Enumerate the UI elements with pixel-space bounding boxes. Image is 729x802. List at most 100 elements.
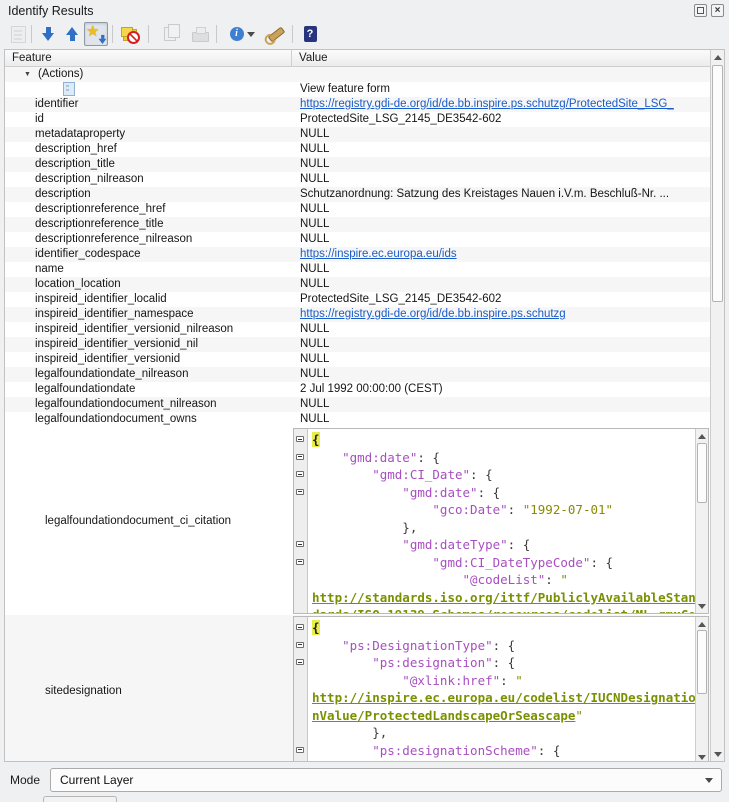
json-editor[interactable]: { "gmd:date": { "gmd:CI_Date": { "gmd:da… bbox=[293, 428, 709, 614]
code-line: "ps:designation": { bbox=[312, 654, 695, 672]
table-row[interactable]: idProtectedSite_LSG_2145_DE3542-602 bbox=[5, 112, 710, 127]
code-token: "gco:Date" bbox=[312, 502, 508, 517]
table-row[interactable]: inspireid_identifier_versionid_nilreason… bbox=[5, 322, 710, 337]
table-row[interactable]: legalfoundationdocument_nilreasonNULL bbox=[5, 397, 710, 412]
code-token: : { bbox=[493, 638, 516, 653]
scroll-up-icon[interactable] bbox=[696, 429, 708, 443]
table-row[interactable]: inspireid_identifier_namespacehttps://re… bbox=[5, 307, 710, 322]
fold-marker-icon[interactable] bbox=[296, 436, 304, 442]
table-row[interactable]: metadatapropertyNULL bbox=[5, 127, 710, 142]
chevron-down-icon[interactable] bbox=[247, 32, 255, 37]
code-token: "gmd:date" bbox=[312, 450, 417, 465]
table-row[interactable]: inspireid_identifier_localidProtectedSit… bbox=[5, 292, 710, 307]
table-row[interactable]: legalfoundationdocument_ci_citation{ "gm… bbox=[5, 427, 710, 615]
scroll-up-icon[interactable] bbox=[696, 617, 708, 631]
table-row[interactable]: description_titleNULL bbox=[5, 157, 710, 172]
help-button[interactable]: ? bbox=[298, 22, 322, 46]
code-link[interactable]: dards/ISO_19139_Schemas/resources/codeli… bbox=[312, 607, 695, 613]
code-line: "@codeList": " bbox=[312, 571, 695, 589]
identify-settings-button[interactable] bbox=[264, 22, 288, 46]
column-header-feature[interactable]: Feature bbox=[5, 50, 292, 66]
fold-marker-icon[interactable] bbox=[296, 541, 304, 547]
table-row[interactable]: inspireid_identifier_versionid_nilNULL bbox=[5, 337, 710, 352]
mode-label: Mode bbox=[10, 773, 40, 787]
action-link[interactable]: View feature form bbox=[300, 83, 390, 95]
fold-marker-icon[interactable] bbox=[296, 659, 304, 665]
fold-marker-icon[interactable] bbox=[296, 489, 304, 495]
fold-marker-icon[interactable] bbox=[296, 559, 304, 565]
feature-cell: legalfoundationdate_nilreason bbox=[5, 367, 292, 382]
code-line: http://inspire.ec.europa.eu/codelist/IUC… bbox=[312, 689, 695, 707]
form-icon[interactable] bbox=[63, 82, 75, 96]
fold-marker-icon[interactable] bbox=[296, 642, 304, 648]
fold-gutter bbox=[294, 429, 308, 613]
code-link[interactable]: http://standards.iso.org/ittf/PubliclyAv… bbox=[312, 590, 695, 605]
expand-new-results-button[interactable]: ★ bbox=[84, 22, 108, 46]
table-row[interactable]: identifier_codespacehttps://inspire.ec.e… bbox=[5, 247, 710, 262]
code-token: : bbox=[500, 760, 515, 761]
expand-new-results-icon: ★ bbox=[86, 25, 106, 43]
table-row[interactable]: legalfoundationdocument_ownsNULL bbox=[5, 412, 710, 427]
table-row[interactable]: legalfoundationdate_nilreasonNULL bbox=[5, 367, 710, 382]
table-row[interactable]: descriptionSchutzanordnung: Satzung des … bbox=[5, 187, 710, 202]
scrollbar-thumb[interactable] bbox=[712, 65, 723, 302]
table-row[interactable]: descriptionreference_titleNULL bbox=[5, 217, 710, 232]
table-row[interactable]: ▼(Actions) bbox=[5, 67, 710, 82]
scrollbar-thumb[interactable] bbox=[697, 630, 707, 694]
toolbar-separator bbox=[31, 25, 32, 43]
table-row[interactable]: identifierhttps://registry.gdi-de.org/id… bbox=[5, 97, 710, 112]
float-panel-icon[interactable] bbox=[694, 4, 707, 17]
table-row[interactable]: sitedesignation{ "ps:DesignationType": {… bbox=[5, 615, 710, 761]
value-cell: ProtectedSite_LSG_2145_DE3542-602 bbox=[292, 112, 710, 127]
expand-tree-button[interactable] bbox=[36, 22, 60, 46]
table-row[interactable]: description_nilreasonNULL bbox=[5, 172, 710, 187]
table-row[interactable]: description_hrefNULL bbox=[5, 142, 710, 157]
code-line: { bbox=[312, 431, 695, 449]
value-cell: https://registry.gdi-de.org/id/de.bb.ins… bbox=[292, 97, 710, 112]
value-cell: https://inspire.ec.europa.eu/ids bbox=[292, 247, 710, 262]
code-link[interactable]: http://inspire.ec.europa.eu/codelist/IUC… bbox=[312, 690, 695, 705]
scroll-down-icon[interactable] bbox=[696, 599, 708, 613]
clear-results-button[interactable] bbox=[117, 22, 141, 46]
json-editor[interactable]: { "ps:DesignationType": { "ps:designatio… bbox=[293, 616, 709, 761]
code-token: : { bbox=[470, 467, 493, 482]
collapse-tree-button[interactable] bbox=[60, 22, 84, 46]
table-row[interactable]: legalfoundationdate2 Jul 1992 00:00:00 (… bbox=[5, 382, 710, 397]
json-code[interactable]: { "gmd:date": { "gmd:CI_Date": { "gmd:da… bbox=[308, 429, 695, 613]
table-row[interactable]: View feature form bbox=[5, 82, 710, 97]
fold-marker-icon[interactable] bbox=[296, 624, 304, 630]
table-row[interactable]: inspireid_identifier_versionidNULL bbox=[5, 352, 710, 367]
close-icon[interactable]: × bbox=[711, 4, 724, 17]
code-token: }, bbox=[312, 520, 417, 535]
value-link[interactable]: https://inspire.ec.europa.eu/ids bbox=[300, 248, 457, 260]
table-row[interactable]: location_locationNULL bbox=[5, 277, 710, 292]
fold-marker-icon[interactable] bbox=[296, 747, 304, 753]
fold-marker-icon[interactable] bbox=[296, 454, 304, 460]
value-link[interactable]: https://registry.gdi-de.org/id/de.bb.ins… bbox=[300, 98, 674, 110]
value-cell: NULL bbox=[292, 262, 710, 277]
expander-icon[interactable]: ▼ bbox=[24, 67, 31, 82]
table-scrollbar[interactable] bbox=[710, 50, 724, 761]
code-token: { bbox=[312, 432, 320, 447]
code-line: dards/ISO_19139_Schemas/resources/codeli… bbox=[312, 606, 695, 613]
code-link[interactable]: nValue/ProtectedLandscapeOrSeascape bbox=[312, 708, 575, 723]
scroll-up-icon[interactable] bbox=[711, 50, 724, 64]
column-header-value[interactable]: Value bbox=[292, 50, 710, 66]
value-link[interactable]: https://registry.gdi-de.org/id/de.bb.ins… bbox=[300, 308, 566, 320]
fold-marker-icon[interactable] bbox=[296, 471, 304, 477]
editor-scrollbar[interactable] bbox=[695, 429, 708, 613]
editor-scrollbar[interactable] bbox=[695, 617, 708, 761]
table-row[interactable]: descriptionreference_nilreasonNULL bbox=[5, 232, 710, 247]
mode-select-value: Current Layer bbox=[60, 773, 133, 787]
identify-mode-button[interactable]: i bbox=[224, 22, 260, 46]
json-code[interactable]: { "ps:DesignationType": { "ps:designatio… bbox=[308, 617, 695, 761]
scrollbar-thumb[interactable] bbox=[697, 443, 707, 503]
scroll-down-icon[interactable] bbox=[711, 747, 724, 761]
table-row[interactable]: nameNULL bbox=[5, 262, 710, 277]
panel-title: Identify Results bbox=[8, 4, 93, 18]
mode-select[interactable]: Current Layer bbox=[50, 768, 722, 792]
results-table: Feature Value ▼(Actions)View feature for… bbox=[4, 49, 725, 762]
feature-cell: descriptionreference_title bbox=[5, 217, 292, 232]
table-row[interactable]: descriptionreference_hrefNULL bbox=[5, 202, 710, 217]
scroll-down-icon[interactable] bbox=[696, 750, 708, 761]
